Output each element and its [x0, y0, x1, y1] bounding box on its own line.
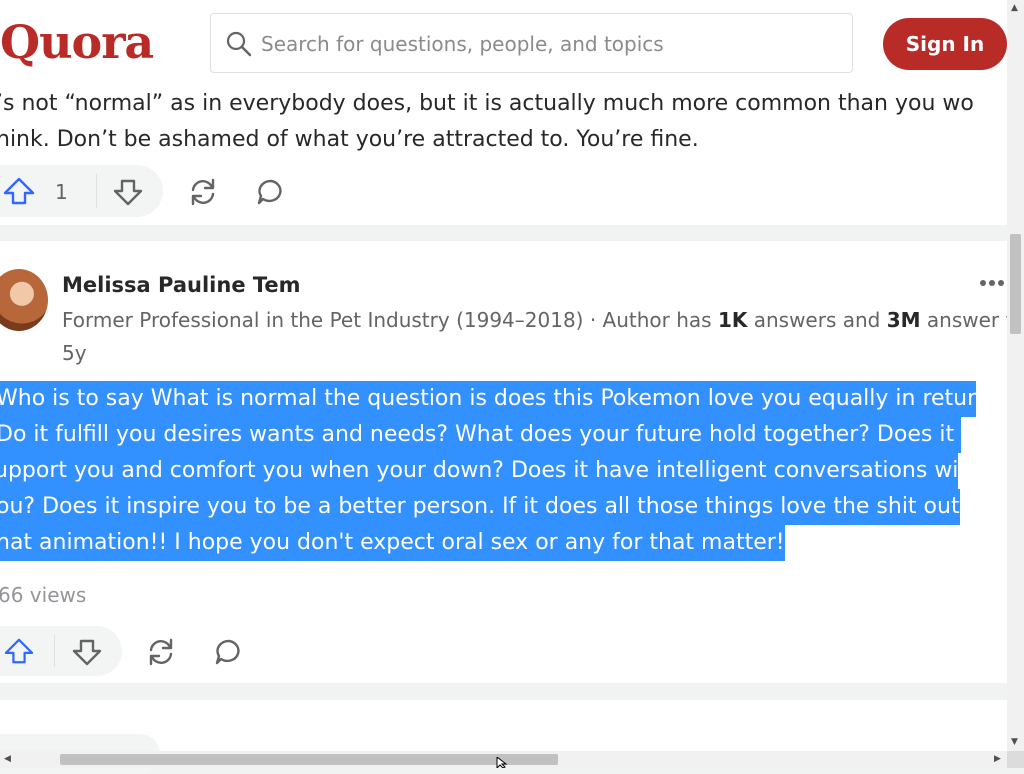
downvote-icon[interactable]: [112, 177, 144, 207]
vote-divider: [96, 174, 97, 208]
sign-in-button[interactable]: Sign In: [883, 18, 1007, 70]
answer-text-line: hink. Don’t be ashamed of what you’re at…: [0, 127, 699, 152]
scrollbar-corner: [1007, 751, 1024, 768]
view-count: 66 views: [0, 583, 87, 607]
scroll-up-arrow-icon[interactable]: ▲: [1011, 4, 1018, 13]
more-icon[interactable]: [978, 277, 1006, 289]
views-count: 3M: [886, 308, 921, 332]
top-header: Quora Sign In: [0, 0, 1007, 88]
avatar[interactable]: [0, 269, 48, 331]
upvote-icon[interactable]: [2, 176, 36, 206]
answer-time[interactable]: 5y: [62, 341, 87, 365]
search-input[interactable]: [259, 14, 843, 74]
answer-text-line: Do it fulfill you desires wants and need…: [0, 417, 962, 453]
vote-divider: [54, 635, 55, 667]
mouse-cursor-icon: [496, 757, 508, 768]
answers-count: 1K: [717, 308, 748, 332]
answer-text-line: hat animation!! I hope you don't expect …: [0, 525, 785, 561]
answer-text-line: upport you and comfort you when your dow…: [0, 453, 959, 489]
search-bar[interactable]: [210, 13, 853, 74]
share-icon[interactable]: [187, 176, 219, 208]
share-icon[interactable]: [145, 636, 177, 668]
credential-text: answer vi: [926, 308, 1007, 332]
answer-text-selected: Who is to say What is normal the questio…: [0, 381, 1007, 561]
scroll-down-arrow-icon[interactable]: ▼: [1011, 738, 1018, 747]
comment-icon[interactable]: [256, 177, 286, 207]
comment-icon[interactable]: [214, 637, 244, 667]
answer-text-line: Who is to say What is normal the questio…: [0, 381, 977, 417]
vertical-scrollbar[interactable]: [1007, 0, 1024, 751]
credential-text: answers and: [747, 308, 887, 332]
upvote-icon[interactable]: [3, 637, 35, 665]
answer-text-line: ou? Does it inspire you to be a better p…: [0, 489, 960, 525]
upvote-count: 1: [55, 180, 68, 204]
answer-text: ’s not “normal” as in everybody does, bu…: [0, 86, 1008, 158]
credential-text: Former Professional in the Pet Industry …: [62, 308, 718, 332]
author-name[interactable]: Melissa Pauline Tem: [62, 273, 301, 297]
quora-logo[interactable]: Quora: [0, 12, 154, 72]
search-icon: [226, 31, 252, 57]
author-credential: Former Professional in the Pet Industry …: [62, 308, 1007, 332]
scroll-right-arrow-icon[interactable]: ▶: [994, 755, 1001, 764]
downvote-icon[interactable]: [71, 637, 103, 667]
answer-text-line: ’s not “normal” as in everybody does, bu…: [0, 91, 974, 116]
scroll-left-arrow-icon[interactable]: ◀: [4, 755, 11, 764]
vertical-scrollbar-thumb[interactable]: [1010, 234, 1021, 334]
horizontal-scrollbar-thumb[interactable]: [60, 754, 558, 765]
answer-card: ’s not “normal” as in everybody does, bu…: [0, 88, 1007, 225]
answer-card: Melissa Pauline Tem Former Professional …: [0, 241, 1007, 683]
